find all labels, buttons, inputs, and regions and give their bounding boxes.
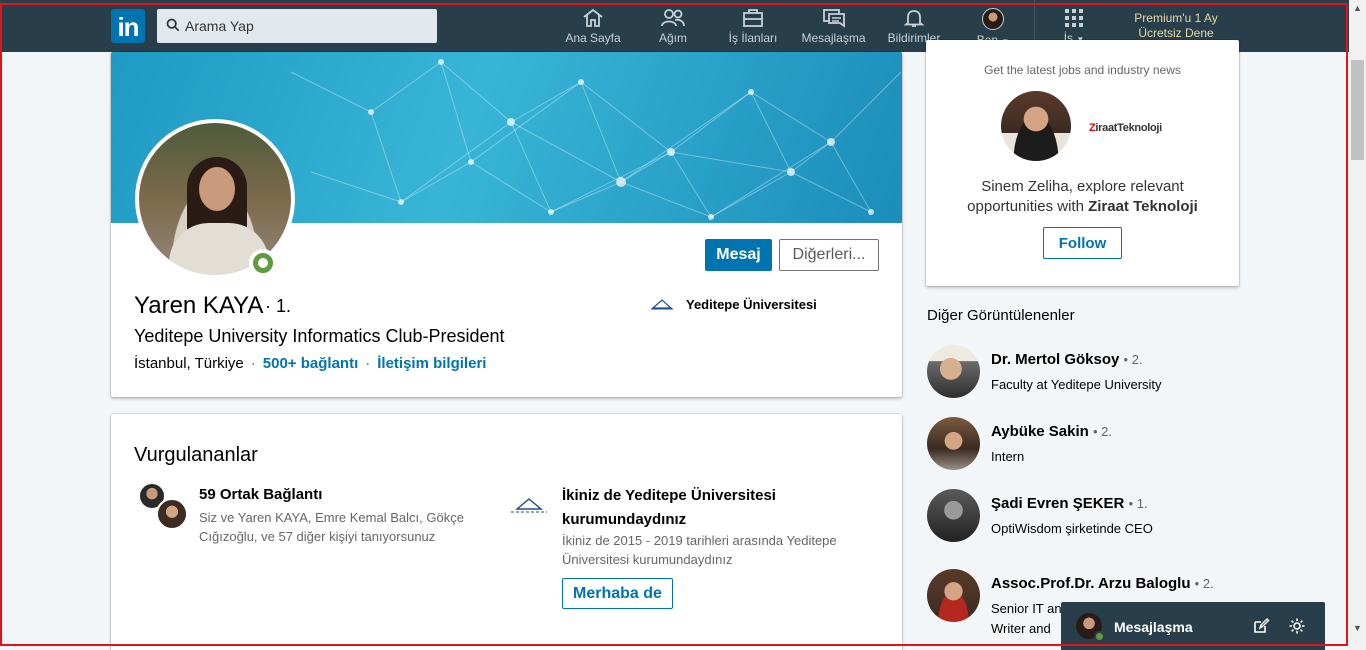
page-scrollbar[interactable]: ▲ ▼ (1349, 0, 1366, 650)
person-name: Şadi Evren ŞEKER (991, 495, 1125, 512)
person-degree: • 2. (1093, 424, 1113, 439)
nav-label-messaging: Mesajlaşma (801, 31, 866, 45)
avatar (927, 345, 980, 398)
more-actions-button[interactable]: Diğerleri... (779, 239, 879, 271)
shared-school-title: İkiniz de Yeditepe Üniversitesi kurumund… (562, 487, 776, 528)
home-icon (583, 8, 603, 27)
university-logo-icon (651, 299, 673, 310)
messaging-title: Mesajlaşma (1114, 619, 1193, 635)
person-degree: • 2. (1194, 576, 1214, 591)
search-input[interactable] (185, 9, 431, 43)
contact-info-link[interactable]: İletişim bilgileri (377, 355, 486, 372)
person-degree: • 1. (1128, 496, 1148, 511)
compose-icon[interactable] (1252, 617, 1270, 635)
gear-icon[interactable] (1288, 617, 1306, 635)
also-viewed-item[interactable]: Aybüke Sakin • 2. Intern (927, 417, 1227, 473)
nav-item-jobs[interactable]: İş İlanları (724, 8, 782, 48)
search-bar[interactable] (157, 9, 437, 43)
profile-location: İstanbul, Türkiye (134, 355, 244, 372)
person-name: Dr. Mertol Göksoy (991, 351, 1120, 368)
message-button[interactable]: Mesaj (705, 239, 772, 271)
premium-line-1: Premium'u 1 Ay (1134, 11, 1218, 25)
jobs-icon (743, 9, 763, 27)
scrollbar-thumb[interactable] (1351, 60, 1364, 160)
ad-tagline: Get the latest jobs and industry news (984, 63, 1181, 77)
avatar (927, 417, 980, 470)
ad-text: Sinem Zeliha, explore relevant opportuni… (946, 177, 1219, 217)
person-headline: Intern (991, 449, 1025, 464)
ad-member-photo (1001, 91, 1071, 161)
nav-item-network[interactable]: Ağım (648, 8, 698, 48)
scroll-down-arrow-icon[interactable]: ▼ (1349, 620, 1366, 637)
online-status-indicator (249, 249, 277, 277)
profile-headline: Yeditepe University Informatics Club-Pre… (134, 326, 505, 346)
profile-name: Yaren KAYA (134, 292, 264, 319)
university-logo-icon (511, 498, 547, 513)
connection-degree: · 1. (265, 296, 292, 316)
person-name: Assoc.Prof.Dr. Arzu Baloglu (991, 575, 1191, 592)
education-link[interactable]: Yeditepe Üniversitesi (686, 297, 817, 312)
shared-school-description: İkiniz de 2015 - 2019 tarihleri arasında… (562, 533, 837, 567)
ad-company-name: Ziraat Teknoloji (1088, 198, 1198, 215)
avatar (927, 569, 980, 622)
say-hi-button[interactable]: Merhaba de (562, 578, 673, 609)
highlights-title: Vurgulananlar (134, 444, 258, 466)
profile-meta-row: İstanbul, Türkiye · 500+ bağlantı · İletişim… (134, 355, 487, 372)
follow-button[interactable]: Follow (1043, 227, 1122, 259)
nav-label-network: Ağım (658, 31, 687, 45)
avatar (927, 489, 980, 542)
search-icon (166, 18, 180, 32)
premium-trial-link[interactable]: Premium'u 1 Ay Ücretsiz Dene (1112, 11, 1240, 41)
profile-card: Mesaj Diğerleri... Yaren KAYA · 1. Yedit… (111, 52, 902, 397)
nav-label-jobs: İş İlanları (728, 31, 778, 45)
nav-item-messaging[interactable]: Mesajlaşma (800, 8, 867, 48)
premium-line-2: Ücretsiz Dene (1138, 26, 1214, 40)
linkedin-logo[interactable]: in (111, 9, 145, 43)
also-viewed-title: Diğer Görüntülenenler (927, 307, 1075, 324)
scroll-up-arrow-icon[interactable]: ▲ (1349, 0, 1366, 17)
also-viewed-item[interactable]: Şadi Evren ŞEKER • 1. OptiWisdom şirketi… (927, 489, 1227, 545)
mutual-connections-avatars[interactable] (136, 482, 188, 532)
connections-link[interactable]: 500+ bağlantı (263, 355, 358, 372)
highlights-card: Vurgulananlar 59 Ortak Bağlantı Siz ve Y… (111, 414, 902, 650)
nav-label-home: Ana Sayfa (565, 31, 621, 45)
grid-icon (1065, 9, 1083, 27)
also-viewed-item[interactable]: Dr. Mertol Göksoy • 2. Faculty at Yedite… (927, 345, 1227, 401)
person-headline: Faculty at Yeditepe University (991, 377, 1162, 392)
sponsored-ad-card: Get the latest jobs and industry news Zi… (926, 40, 1239, 286)
messaging-overlay-bar[interactable]: Mesajlaşma (1061, 602, 1325, 650)
avatar (982, 8, 1004, 30)
notifications-icon (904, 10, 924, 27)
person-name: Aybüke Sakin (991, 423, 1089, 440)
company-logo-text: iraatTeknoloji (1095, 122, 1162, 134)
person-headline: OptiWisdom şirketinde CEO (991, 521, 1153, 536)
mutual-connections-description: Siz ve Yaren KAYA, Emre Kemal Balcı, Gök… (199, 510, 464, 544)
mutual-connections-title[interactable]: 59 Ortak Bağlantı (199, 486, 322, 503)
avatar (156, 498, 188, 530)
person-degree: • 2. (1123, 352, 1143, 367)
network-icon (661, 9, 685, 27)
online-status-indicator (1094, 631, 1105, 642)
nav-item-home[interactable]: Ana Sayfa (563, 8, 623, 48)
company-logo: ZiraatTeknoloji (1089, 122, 1162, 134)
messaging-icon (822, 9, 845, 28)
